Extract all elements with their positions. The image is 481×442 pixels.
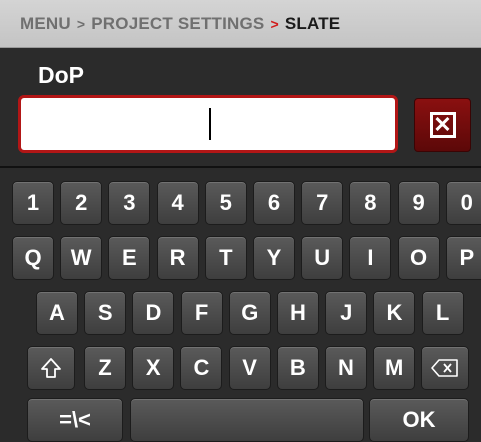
key-u[interactable]: U [301, 236, 344, 280]
key-5[interactable]: 5 [204, 181, 247, 225]
key-g[interactable]: G [228, 291, 271, 335]
key-f[interactable]: F [180, 291, 223, 335]
keyboard-divider [0, 166, 481, 168]
dop-text-input[interactable] [18, 95, 398, 153]
breadcrumb-separator: > [76, 15, 86, 32]
key-t[interactable]: T [204, 236, 247, 280]
key-x[interactable]: X [132, 346, 175, 390]
key-9[interactable]: 9 [397, 181, 440, 225]
key-q[interactable]: Q [12, 236, 54, 280]
breadcrumb-menu[interactable]: MENU [20, 14, 71, 34]
key-m[interactable]: M [373, 346, 416, 390]
clear-button[interactable]: ✕ [414, 98, 471, 152]
field-label: DoP [38, 62, 84, 88]
key-h[interactable]: H [277, 291, 319, 335]
shift-arrow-icon [39, 356, 63, 380]
clear-x-icon: ✕ [429, 112, 456, 138]
space-key[interactable] [130, 398, 364, 442]
key-6[interactable]: 6 [253, 181, 295, 225]
key-8[interactable]: 8 [349, 181, 392, 225]
ok-key[interactable]: OK [369, 398, 469, 442]
key-j[interactable]: J [325, 291, 368, 335]
text-caret [209, 108, 211, 140]
key-k[interactable]: K [373, 291, 416, 335]
key-4[interactable]: 4 [156, 181, 199, 225]
key-1[interactable]: 1 [12, 181, 54, 225]
backspace-icon [430, 358, 460, 378]
key-b[interactable]: B [276, 346, 319, 390]
key-l[interactable]: L [421, 291, 464, 335]
key-e[interactable]: E [108, 236, 151, 280]
key-7[interactable]: 7 [301, 181, 344, 225]
key-n[interactable]: N [325, 346, 367, 390]
key-c[interactable]: C [180, 346, 223, 390]
breadcrumb: MENU > PROJECT SETTINGS > SLATE [0, 0, 481, 48]
key-d[interactable]: D [132, 291, 175, 335]
key-y[interactable]: Y [253, 236, 295, 280]
key-i[interactable]: I [349, 236, 392, 280]
breadcrumb-separator-active: > [270, 15, 279, 32]
shift-key[interactable] [27, 346, 75, 390]
key-w[interactable]: W [60, 236, 103, 280]
key-v[interactable]: V [228, 346, 271, 390]
key-p[interactable]: P [445, 236, 481, 280]
key-z[interactable]: Z [84, 346, 126, 390]
breadcrumb-current-slate: SLATE [284, 13, 341, 33]
key-a[interactable]: A [36, 291, 78, 335]
symbols-key[interactable]: =\< [27, 398, 123, 442]
key-2[interactable]: 2 [60, 181, 103, 225]
breadcrumb-project-settings[interactable]: PROJECT SETTINGS [91, 14, 264, 34]
key-0[interactable]: 0 [445, 181, 481, 225]
key-3[interactable]: 3 [108, 181, 151, 225]
key-o[interactable]: O [397, 236, 440, 280]
key-s[interactable]: S [84, 291, 127, 335]
key-r[interactable]: R [156, 236, 199, 280]
backspace-key[interactable] [421, 346, 469, 390]
